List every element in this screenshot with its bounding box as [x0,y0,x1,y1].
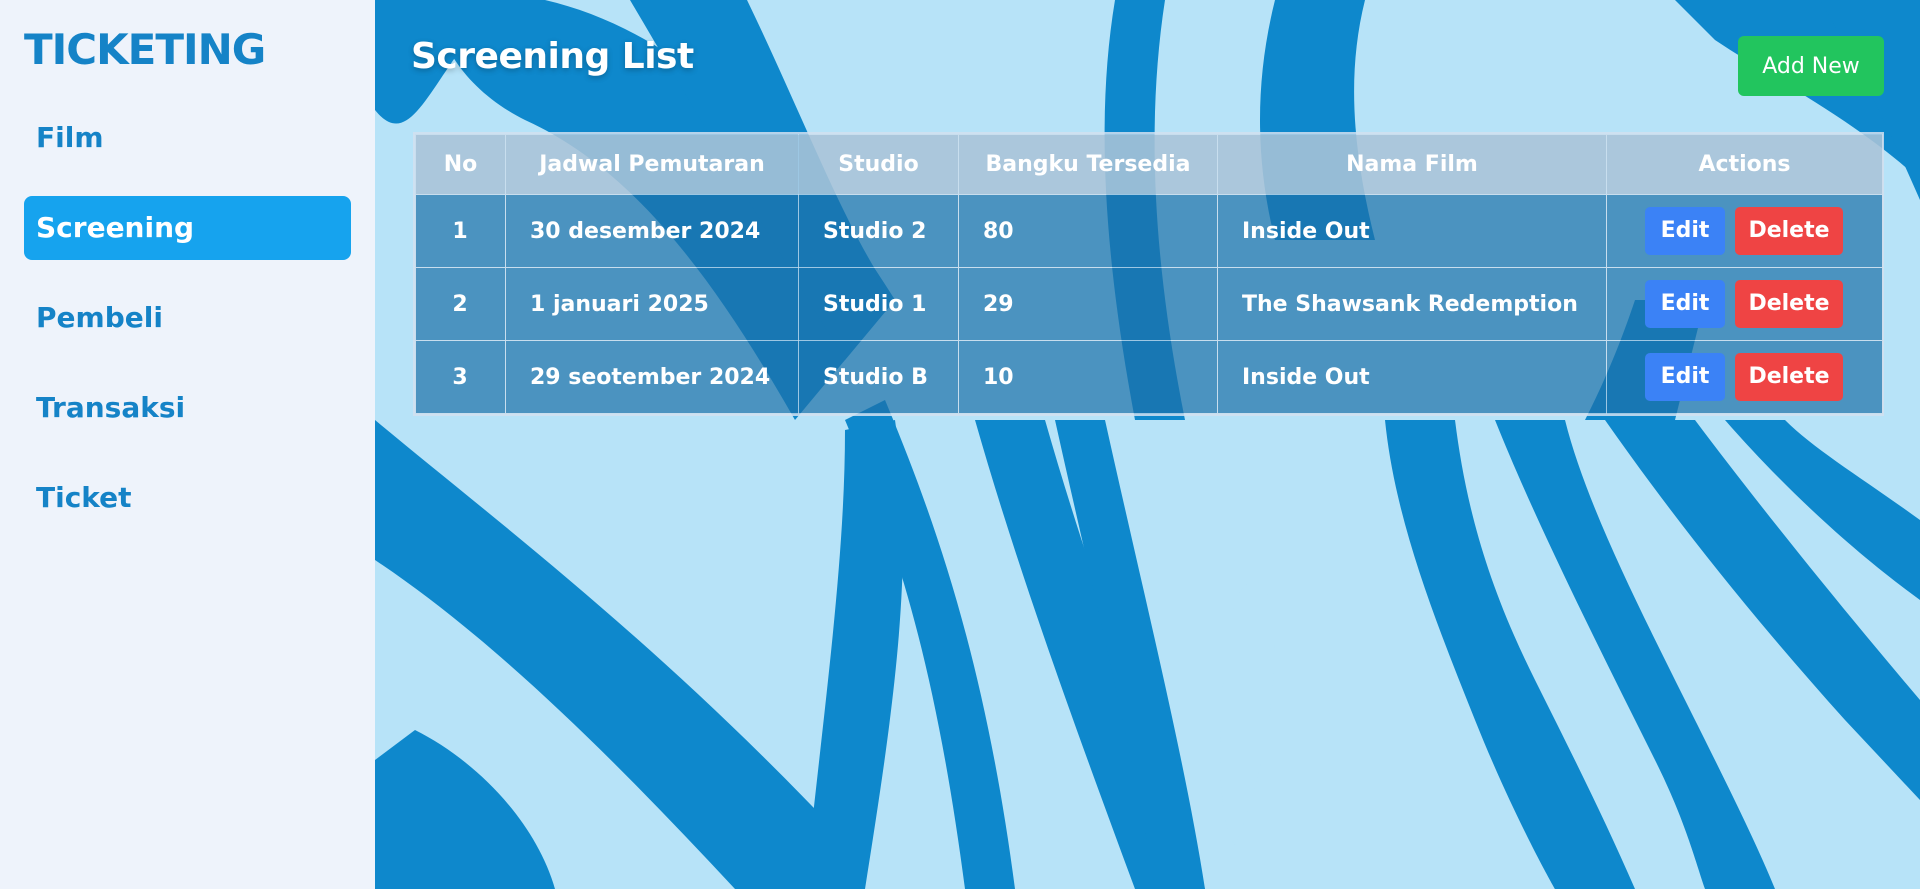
column-header-studio: Studio [798,134,959,195]
delete-button[interactable]: Delete [1735,207,1843,255]
sidebar-item-film[interactable]: Film [24,106,351,170]
edit-button[interactable]: Edit [1645,353,1725,401]
cell-no: 2 [415,267,506,341]
screening-table: No Jadwal Pemutaran Studio Bangku Tersed… [413,132,1884,416]
sidebar-item-ticket[interactable]: Ticket [24,466,351,530]
main-content: Screening List Add New No Jadwal Pemutar… [375,0,1920,889]
table-row: 2 1 januari 2025 Studio 1 29 The Shawsan… [415,267,1883,341]
cell-jadwal: 30 desember 2024 [505,194,799,268]
sidebar-item-screening[interactable]: Screening [24,196,351,260]
column-header-film: Nama Film [1217,134,1607,195]
table-row: 1 30 desember 2024 Studio 2 80 Inside Ou… [415,194,1883,268]
cell-actions: Edit Delete [1606,194,1883,268]
table-row: 3 29 seotember 2024 Studio B 10 Inside O… [415,340,1883,414]
brand-logo: TICKETING [24,25,266,74]
edit-button[interactable]: Edit [1645,280,1725,328]
cell-film: The Shawsank Redemption [1217,267,1607,341]
cell-studio: Studio 2 [798,194,959,268]
cell-actions: Edit Delete [1606,340,1883,414]
sidebar: TICKETING Film Screening Pembeli Transak… [0,0,375,889]
cell-jadwal: 29 seotember 2024 [505,340,799,414]
sidebar-item-transaksi[interactable]: Transaksi [24,376,351,440]
column-header-actions: Actions [1606,134,1883,195]
cell-film: Inside Out [1217,340,1607,414]
cell-actions: Edit Delete [1606,267,1883,341]
sidebar-item-pembeli[interactable]: Pembeli [24,286,351,350]
delete-button[interactable]: Delete [1735,280,1843,328]
cell-no: 3 [415,340,506,414]
cell-film: Inside Out [1217,194,1607,268]
column-header-no: No [415,134,506,195]
sidebar-nav: Film Screening Pembeli Transaksi Ticket [0,106,375,530]
column-header-jadwal: Jadwal Pemutaran [505,134,799,195]
table-header-row: No Jadwal Pemutaran Studio Bangku Tersed… [415,134,1883,195]
edit-button[interactable]: Edit [1645,207,1725,255]
app-window: TICKETING Film Screening Pembeli Transak… [0,0,1920,889]
cell-no: 1 [415,194,506,268]
page-title: Screening List [411,36,694,77]
cell-studio: Studio 1 [798,267,959,341]
cell-bangku: 10 [958,340,1218,414]
delete-button[interactable]: Delete [1735,353,1843,401]
cell-bangku: 80 [958,194,1218,268]
cell-jadwal: 1 januari 2025 [505,267,799,341]
column-header-bangku: Bangku Tersedia [958,134,1218,195]
cell-studio: Studio B [798,340,959,414]
cell-bangku: 29 [958,267,1218,341]
add-new-button[interactable]: Add New [1738,36,1884,96]
